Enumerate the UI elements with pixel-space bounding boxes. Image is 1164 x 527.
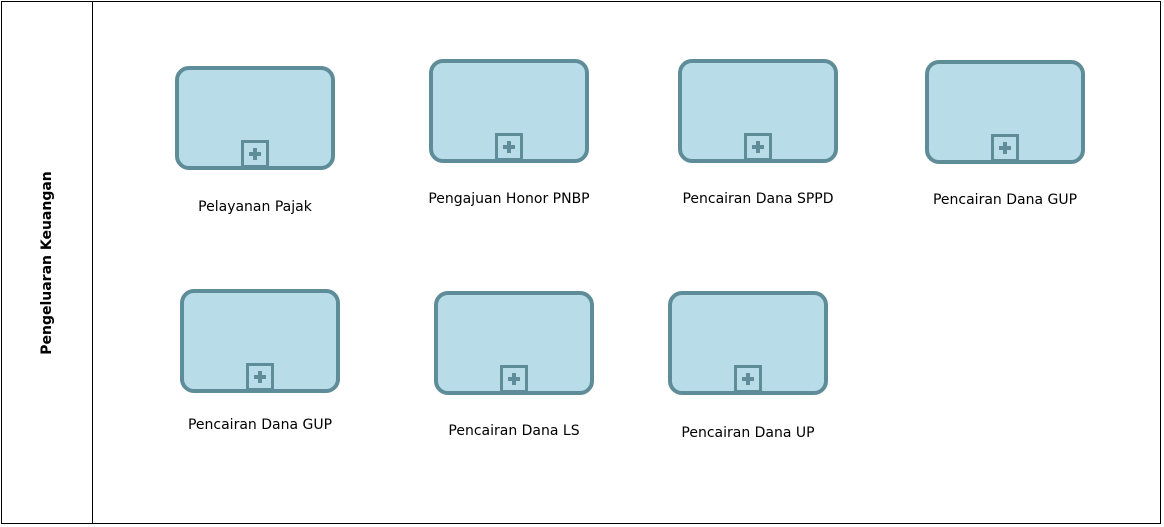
subprocess-task-pencairan-dana-sppd[interactable] (678, 59, 838, 163)
plus-box-icon (991, 134, 1019, 162)
task-label: Pencairan Dana LS (448, 423, 580, 439)
subprocess-task-pencairan-dana-ls[interactable] (434, 291, 594, 395)
subprocess-task-pencairan-dana-up[interactable] (668, 291, 828, 395)
subprocess-task-pencairan-dana-gup[interactable] (925, 60, 1085, 164)
pool: Pengeluaran Keuangan Pelayanan Pajak Pen… (1, 1, 1161, 524)
task-label: Pelayanan Pajak (198, 199, 312, 215)
plus-box-icon (241, 140, 269, 168)
task-label: Pengajuan Honor PNBP (428, 191, 590, 207)
lane-header: Pengeluaran Keuangan (2, 2, 93, 523)
plus-box-icon (734, 365, 762, 393)
plus-box-icon (495, 133, 523, 161)
lane-label: Pengeluaran Keuangan (39, 170, 55, 355)
plus-box-icon (744, 133, 772, 161)
subprocess-task-pelayanan-pajak[interactable] (175, 66, 335, 170)
subprocess-task-pencairan-dana-gup-2[interactable] (180, 289, 340, 393)
task-label: Pencairan Dana SPPD (682, 191, 834, 207)
subprocess-task-pengajuan-honor-pnbp[interactable] (429, 59, 589, 163)
task-label: Pencairan Dana GUP (187, 417, 333, 433)
plus-box-icon (500, 365, 528, 393)
plus-box-icon (246, 363, 274, 391)
task-label: Pencairan Dana GUP (932, 192, 1078, 208)
task-label: Pencairan Dana UP (681, 425, 815, 441)
